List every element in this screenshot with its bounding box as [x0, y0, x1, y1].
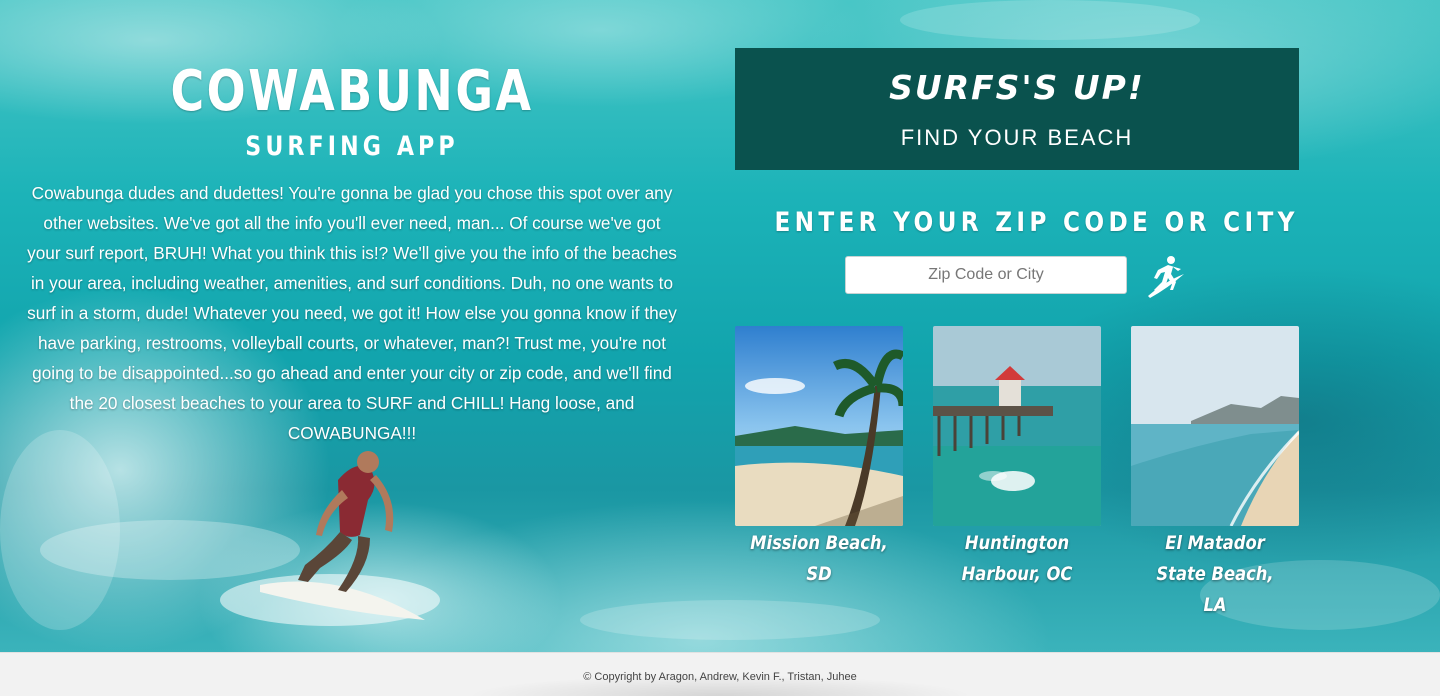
footer: © Copyright by Aragon, Andrew, Kevin F.,…	[0, 652, 1440, 696]
surfer-icon	[1148, 256, 1184, 298]
hero-background: COWABUNGA SURFING APP Cowabunga dudes an…	[0, 0, 1440, 652]
brand-title: COWABUNGA	[170, 59, 534, 124]
beach-photo	[1131, 326, 1299, 526]
brand-subtitle: SURFING APP	[245, 131, 459, 162]
search-button[interactable]	[1144, 252, 1186, 298]
beach-photo	[933, 326, 1101, 526]
banner-subtitle: FIND YOUR BEACH	[900, 125, 1134, 150]
beach-name: Mission Beach, SD	[750, 532, 888, 585]
search-heading: ENTER YOUR ZIP CODE OR CITY	[774, 207, 1299, 238]
beach-card[interactable]: Mission Beach, SD	[735, 326, 903, 590]
search-input[interactable]	[845, 256, 1127, 294]
surfer-illustration	[220, 451, 440, 626]
beach-card[interactable]: Huntington Harbour, OC	[933, 326, 1101, 590]
intro-section: COWABUNGA SURFING APP Cowabunga dudes an…	[24, 60, 680, 448]
banner-title: SURFS'S UP!	[889, 68, 1145, 107]
hero-banner: SURFS'S UP! FIND YOUR BEACH	[735, 48, 1299, 170]
beach-name: El Matador State Beach, LA	[1156, 532, 1274, 616]
copyright-text: © Copyright by Aragon, Andrew, Kevin F.,…	[583, 671, 857, 683]
beach-name: Huntington Harbour, OC	[961, 532, 1073, 585]
beach-photo	[735, 326, 903, 526]
beach-card[interactable]: El Matador State Beach, LA	[1131, 326, 1299, 621]
intro-text: Cowabunga dudes and dudettes! You're gon…	[27, 183, 677, 443]
